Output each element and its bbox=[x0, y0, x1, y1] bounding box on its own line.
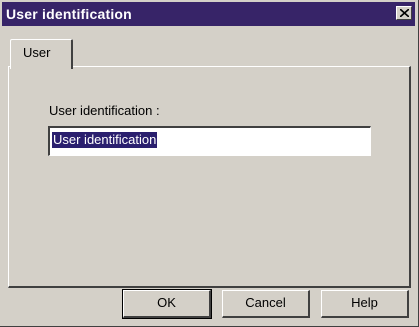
user-identification-value: User identification bbox=[52, 132, 158, 148]
close-button[interactable] bbox=[396, 6, 412, 20]
close-icon bbox=[400, 9, 409, 17]
dialog-window: User identification User User identifica… bbox=[0, 0, 419, 327]
help-button[interactable]: Help bbox=[321, 290, 409, 318]
cancel-button[interactable]: Cancel bbox=[222, 290, 310, 318]
tab-user[interactable]: User bbox=[10, 39, 73, 69]
user-identification-label: User identification : bbox=[49, 103, 160, 118]
tab-panel-user bbox=[8, 66, 411, 288]
window-title: User identification bbox=[6, 6, 132, 22]
tab-user-label: User bbox=[23, 45, 51, 60]
title-bar[interactable]: User identification bbox=[2, 2, 415, 26]
user-identification-input[interactable]: User identification bbox=[48, 126, 371, 156]
ok-button[interactable]: OK bbox=[122, 289, 212, 319]
